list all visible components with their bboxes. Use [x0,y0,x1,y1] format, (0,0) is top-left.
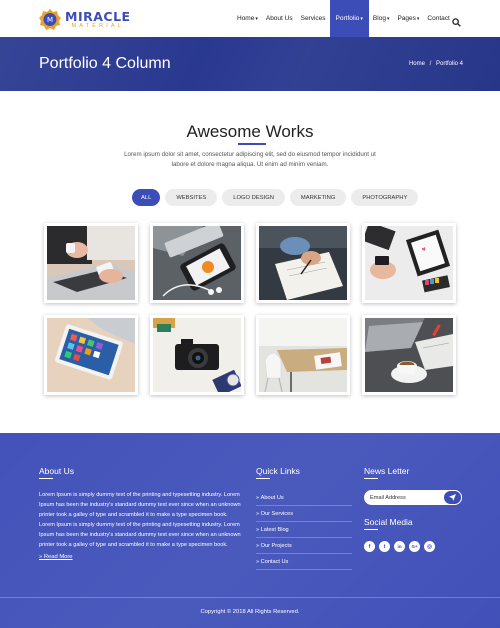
nav-item-services[interactable]: Services [297,0,330,37]
site-header: M MIRACLE MATERIAL Home ▾ About Us Servic… [0,0,500,37]
send-icon [449,494,456,501]
brand-name: MIRACLE [65,8,131,24]
works-heading: Awesome Works [186,122,314,141]
quick-link-our-projects[interactable]: » Our Projects [256,538,352,554]
portfolio-grid: ♥ [44,223,456,395]
nav-label: Pages [397,15,416,22]
portfolio-image [259,226,347,300]
portfolio-image [365,318,453,392]
breadcrumb-current: Portfolio 4 [435,61,463,67]
quick-link-contact-us[interactable]: » Contact Us [256,554,352,570]
portfolio-item-writing-notebook[interactable] [256,223,350,303]
nav-item-blog[interactable]: Blog ▾ [369,0,394,37]
quick-link-label: Latest Blog [260,526,289,533]
breadcrumb-separator: / [429,61,432,67]
quick-link-label: Contact Us [260,558,289,565]
portfolio-image [153,318,241,392]
footer-heading-rule [256,478,270,480]
search-icon[interactable] [452,14,461,27]
portfolio-image [259,318,347,392]
filter-photography[interactable]: PHOTOGRAPHY [351,189,419,206]
footer-divider [0,597,500,598]
newsletter-form [364,490,462,505]
newsletter-email-input[interactable] [370,490,442,505]
filter-logo-design[interactable]: LOGO DESIGN [222,189,285,206]
portfolio-image [153,226,241,300]
quick-links: » About Us » Our Services » Latest Blog … [256,490,352,570]
heading-underline [238,143,266,145]
facebook-icon[interactable]: f [364,541,375,552]
nav-item-about-us[interactable]: About Us [262,0,297,37]
quick-link-label: Our Services [260,510,293,517]
portfolio-item-camera[interactable] [150,315,244,395]
portfolio-item-desk-notebook[interactable]: ♥ [362,223,456,303]
nav-label: Contact [427,15,450,22]
quick-link-about-us[interactable]: » About Us [256,490,352,506]
newsletter-submit-button[interactable] [443,490,462,505]
read-more-link[interactable]: » Read More [39,554,73,560]
copyright-text: Copyright © 2018 All Rights Reserved. [200,609,300,615]
nav-label: Portfolio [335,15,360,22]
nav-label: About Us [265,15,293,22]
footer-newsletter-heading: News Letter [364,466,410,476]
chevron-down-icon: ▾ [386,15,390,22]
portfolio-item-desk-chair[interactable] [256,315,350,395]
portfolio-item-coffee-laptop[interactable] [362,315,456,395]
nav-item-portfolio[interactable]: Portfolio ▾ [329,0,369,37]
nav-item-pages[interactable]: Pages ▾ [393,0,423,37]
breadcrumb: Home / Portfolio 4 [409,61,463,67]
works-intro: Lorem ipsum dolor sit amet, consectetur … [124,151,376,168]
footer-links-heading: Quick Links [256,466,300,476]
quick-link-latest-blog[interactable]: » Latest Blog [256,522,352,538]
portfolio-item-tablet-keyboard[interactable] [44,315,138,395]
quick-link-label: Our Projects [260,542,292,549]
quick-link-our-services[interactable]: » Our Services [256,506,352,522]
portfolio-image [47,226,135,300]
page-title: Portfolio 4 Column [39,55,171,72]
filter-marketing[interactable]: MARKETING [289,189,347,206]
page-banner: Portfolio 4 Column Home / Portfolio 4 [0,37,500,91]
twitter-icon[interactable]: t [379,541,390,552]
chevron-down-icon: ▾ [255,15,258,22]
chevron-down-icon: ▾ [416,15,420,22]
google-plus-icon[interactable]: G+ [409,541,420,552]
filter-all[interactable]: ALL [132,189,161,206]
portfolio-item-laptop-phone[interactable] [44,223,138,303]
footer-social-heading: Social Media [364,517,413,527]
site-logo[interactable]: M MIRACLE MATERIAL [39,9,131,31]
filter-websites[interactable]: WEBSITES [165,189,218,206]
nav-label: Services [300,15,326,22]
nav-item-contact[interactable]: Contact [423,0,453,37]
nav-label: Home [237,15,255,22]
footer-heading-rule [364,529,378,531]
nav-item-home[interactable]: Home ▾ [233,0,262,37]
footer-heading-rule [39,478,53,480]
portfolio-item-phone-earbuds[interactable] [150,223,244,303]
linkedin-icon[interactable]: in [394,541,405,552]
chevron-down-icon: ▾ [360,15,363,22]
read-more-label: Read More [43,554,73,560]
nav-label: Blog [372,15,386,22]
breadcrumb-home-link[interactable]: Home [409,61,425,67]
portfolio-image [47,318,135,392]
instagram-icon[interactable]: ◎ [424,541,435,552]
brand-tagline: MATERIAL [71,23,125,29]
logo-badge-icon: M [39,9,61,31]
portfolio-image: ♥ [365,226,453,300]
footer-heading-rule [364,478,378,480]
main-nav: Home ▾ About Us Services Portfolio ▾ Blog ▾… [233,0,454,37]
quick-link-label: About Us [260,494,284,501]
footer-about-text: Lorem Ipsum is simply dummy text of the … [39,492,241,548]
social-links: f t in G+ ◎ [364,541,435,552]
logo-letter: M [47,16,53,24]
footer-about-heading: About Us [39,466,74,476]
portfolio-filters: ALL WEBSITES LOGO DESIGN MARKETING PHOTO… [132,189,419,206]
